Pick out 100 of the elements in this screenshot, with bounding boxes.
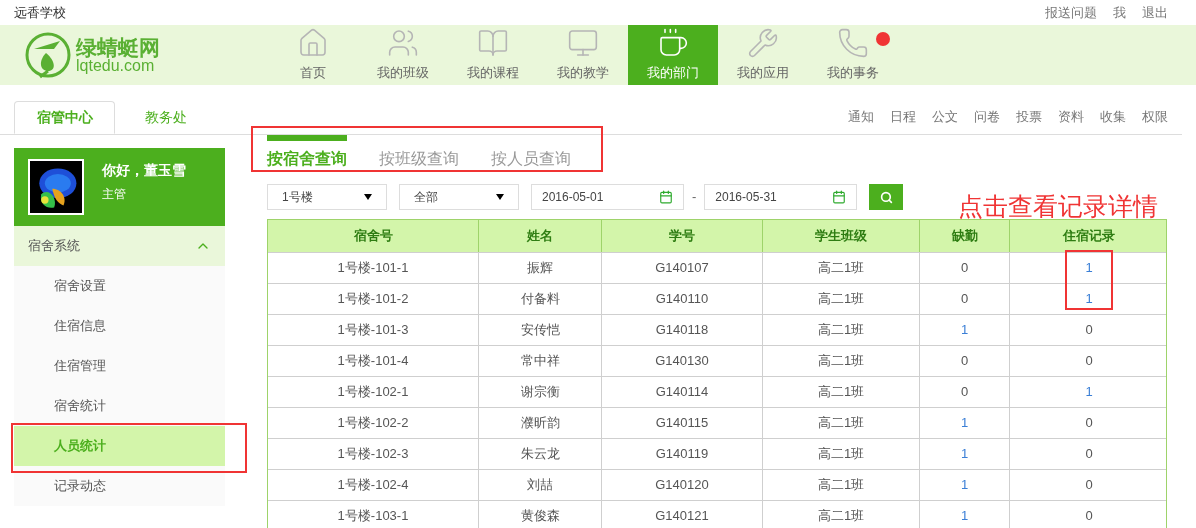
count-link[interactable]: 1 [960,413,969,433]
table-cell-text: 1号楼-101-4 [337,352,409,371]
nav-item[interactable]: 我的课程 [448,25,538,85]
table-cell-text: 常中祥 [520,352,560,371]
table-cell-text: 高二1班 [817,352,865,371]
table-cell-text: 0 [960,352,969,371]
table-cell-text: 0 [1085,507,1093,526]
count-link[interactable]: 1 [960,444,969,464]
tool-link[interactable]: 投票 [1016,106,1042,126]
table-cell-text: 0 [1085,476,1093,495]
count-link[interactable]: 1 [960,320,969,340]
sidebar-item[interactable]: 宿舍设置 [14,266,225,306]
table-cell-text: 黄俊森 [520,507,560,526]
column-header: 缺勤 [951,227,978,246]
building-select[interactable]: 1号楼 [267,184,387,210]
tool-link[interactable]: 公文 [932,106,958,126]
calendar-icon [832,190,847,204]
table-cell-text: 朱云龙 [520,445,560,464]
department-tab[interactable]: 宿管中心 [14,101,115,134]
table-cell-text: G140107 [655,259,709,278]
search-icon [879,190,893,204]
table-cell-text: 振辉 [527,259,553,278]
dropdown-arrow-icon [496,194,504,200]
table-cell-text: 1号楼-102-1 [337,383,409,402]
table-cell-text: 0 [960,383,969,402]
query-tab[interactable]: 按宿舍查询 [267,135,347,172]
tool-link[interactable]: 权限 [1142,106,1168,126]
sidebar-item[interactable]: 宿舍统计 [14,386,225,426]
count-link[interactable]: 1 [1085,289,1093,309]
column-header: 住宿记录 [1063,227,1115,246]
top-link[interactable]: 报送问题 [1045,2,1097,23]
date-field[interactable]: 2016-05-01 [531,184,684,210]
nav-item[interactable]: 我的部门 [628,25,718,85]
nav-item[interactable]: 我的班级 [358,25,448,85]
table-cell-text: 高二1班 [817,259,865,278]
count-link[interactable]: 1 [1085,258,1093,278]
query-tab[interactable]: 按班级查询 [379,135,459,172]
top-link[interactable]: 退出 [1142,2,1168,23]
tool-link[interactable]: 问卷 [974,106,1000,126]
sidebar-item[interactable]: 记录动态 [14,466,225,506]
count-link[interactable]: 1 [960,475,969,495]
column-header: 学号 [669,227,695,246]
role: 主管 [102,186,127,203]
table-cell-text: G140130 [655,352,709,371]
count-link[interactable]: 1 [960,506,969,526]
count-link[interactable]: 1 [1085,382,1093,402]
table-cell-text: 0 [960,290,969,309]
table-cell-text: 1号楼-102-4 [337,476,409,495]
nav-item[interactable]: 首页 [268,25,358,85]
column-header: 宿舍号 [353,227,393,246]
logo-name: 绿蜻蜓网 [76,36,160,58]
highlight-frame [1065,250,1113,310]
tool-link[interactable]: 通知 [848,106,874,126]
table-cell-text: 1号楼-101-1 [337,259,409,278]
table-cell-text: 1号楼-102-3 [337,445,409,464]
table-cell-text: G140110 [655,290,709,309]
sidebar-item[interactable]: 住宿信息 [14,306,225,346]
date-field[interactable]: 2016-05-31 [704,184,858,210]
dropdown-arrow-icon [364,194,372,200]
tool-link[interactable]: 日程 [890,106,916,126]
table-cell-text: 0 [1085,445,1093,464]
nav-item[interactable]: 我的事务 [808,25,898,85]
tool-link[interactable]: 收集 [1100,106,1126,126]
table-cell-text: 0 [960,259,969,278]
column-header: 学生班级 [815,227,867,246]
wrench-icon [747,27,779,60]
column-header: 姓名 [527,227,553,246]
sidebar-section[interactable]: 宿舍系统 [14,226,225,266]
table-cell-text: 谢宗衡 [520,383,560,402]
logo-domain: lqtedu.com [76,57,155,74]
table-cell-text: G140119 [655,445,709,464]
table-cell-text: 1号楼-102-2 [337,414,409,433]
table-cell-text: 0 [1085,352,1093,371]
nav-item[interactable]: 我的教学 [538,25,628,85]
tool-link[interactable]: 资料 [1058,106,1084,126]
search-button[interactable] [869,184,904,210]
table-cell-text: 高二1班 [817,507,865,526]
query-tab[interactable]: 按人员查询 [491,135,571,172]
department-tab[interactable]: 教务处 [115,101,216,134]
table-cell-text: 0 [1085,414,1093,433]
phone-icon [837,27,869,60]
table-cell-text: 0 [1085,321,1093,340]
table-cell-text: 高二1班 [817,321,865,340]
table-cell-text: 高二1班 [817,476,865,495]
table-cell-text: 高二1班 [817,383,865,402]
table-cell-text: 1号楼-101-2 [337,290,409,309]
calendar-icon [659,190,673,204]
nav-item[interactable]: 我的应用 [718,25,808,85]
sidebar-item[interactable]: 住宿管理 [14,346,225,386]
table-cell-text: 刘喆 [527,476,553,495]
dragonfly-logo-icon [24,31,72,79]
table-cell-text: 高二1班 [817,445,865,464]
table-cell-text: 付备料 [520,290,560,309]
table-cell-text: G140114 [655,383,709,402]
top-link[interactable]: 我 [1113,2,1126,23]
table-cell-text: 1号楼-103-1 [337,507,409,526]
table-cell-text: G140118 [655,321,709,340]
scope-select[interactable]: 全部 [399,184,519,210]
table-cell-text: 高二1班 [817,414,865,433]
table-cell-text: 濮昕韵 [520,414,560,433]
